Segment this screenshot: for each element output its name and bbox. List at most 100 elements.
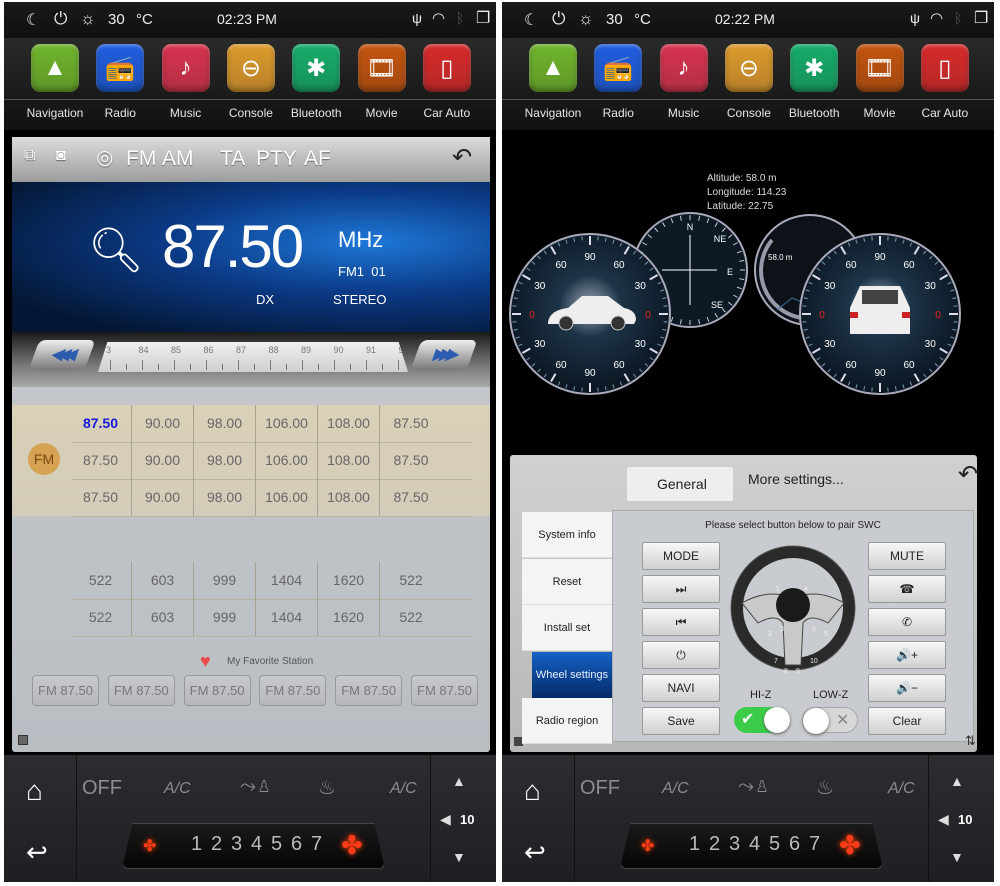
preset-cell[interactable]: 108.00: [318, 479, 380, 516]
back-arrow-icon[interactable]: ↩: [524, 837, 546, 868]
film-icon[interactable]: 🎞: [357, 44, 406, 92]
preset-cell[interactable]: 522: [70, 562, 132, 599]
preset-cell[interactable]: 108.00: [318, 405, 380, 442]
preset-cell[interactable]: 87.50: [380, 405, 442, 442]
radio-icon[interactable]: 📻: [594, 44, 643, 92]
swc-navi-button[interactable]: NAVI: [642, 674, 720, 702]
ac-off-button[interactable]: OFF: [82, 777, 122, 800]
radio-icon[interactable]: 📻: [96, 44, 145, 92]
fan-level[interactable]: 3: [729, 833, 740, 856]
preset-cell[interactable]: 106.00: [256, 405, 318, 442]
af-button[interactable]: AF: [304, 147, 331, 171]
preset-cell[interactable]: 106.00: [256, 479, 318, 516]
menu-item-radio-region[interactable]: Radio region: [522, 698, 612, 744]
swc-call-button[interactable]: ✆: [868, 608, 946, 636]
window-icon[interactable]: ❐: [974, 8, 988, 28]
preset-cell[interactable]: 1404: [256, 562, 318, 599]
menu-item-wheel-settings[interactable]: Wheel settings: [532, 651, 612, 698]
fan-low-icon[interactable]: ✤: [641, 836, 654, 856]
preset-cell[interactable]: 999: [194, 599, 256, 636]
ac-button-right[interactable]: A/C: [888, 780, 915, 798]
am-button[interactable]: AM: [162, 147, 194, 171]
corner-square-icon[interactable]: [18, 735, 28, 745]
equalizer-icon[interactable]: ⧉: [24, 147, 35, 165]
fan-level[interactable]: 1: [191, 833, 202, 856]
scan-icon[interactable]: ◎: [96, 145, 113, 170]
volume-up-icon[interactable]: ▲: [452, 773, 466, 789]
airflow-seat-icon[interactable]: ⤳♙: [738, 775, 770, 798]
preset-cell[interactable]: 603: [132, 562, 194, 599]
seek-back-button[interactable]: ◀◀◀: [28, 340, 96, 370]
fan-level[interactable]: 5: [271, 833, 282, 856]
power-icon[interactable]: ⏻: [552, 9, 565, 29]
swc-next-track-button[interactable]: ⏭: [642, 575, 720, 603]
preset-cell[interactable]: 999: [194, 562, 256, 599]
app-label-car-auto[interactable]: Car Auto: [905, 106, 985, 120]
back-arrow-icon[interactable]: ↩: [26, 837, 48, 868]
fan-level[interactable]: 4: [251, 833, 262, 856]
volume-down-icon[interactable]: ▼: [950, 849, 964, 865]
rear-defrost-icon[interactable]: ♨: [816, 775, 834, 800]
menu-item-system-info[interactable]: System info: [522, 512, 612, 558]
menu-item-reset[interactable]: Reset: [522, 558, 612, 605]
favorite-station-button[interactable]: FM 87.50: [183, 675, 251, 706]
bluetooth-icon[interactable]: ✱: [790, 44, 839, 92]
preset-cell[interactable]: 90.00: [132, 405, 194, 442]
tab-general[interactable]: General: [627, 467, 733, 501]
fan-high-icon[interactable]: ✤: [341, 830, 363, 861]
seek-forward-button[interactable]: ▶▶▶: [410, 340, 478, 370]
night-mode-icon[interactable]: ☾: [26, 10, 40, 30]
swc-mute-button[interactable]: MUTE: [868, 542, 946, 570]
ta-button[interactable]: TA: [220, 147, 245, 171]
brightness-icon[interactable]: ☼: [80, 9, 96, 29]
steering-wheel-icon[interactable]: ⊖: [724, 44, 773, 92]
preset-cell[interactable]: 522: [380, 562, 442, 599]
preset-cell[interactable]: 98.00: [194, 405, 256, 442]
hi-z-toggle[interactable]: ✔: [734, 707, 790, 733]
preset-cell[interactable]: 87.50: [380, 442, 442, 479]
music-icon[interactable]: ♪: [161, 44, 210, 92]
preset-cell[interactable]: 1404: [256, 599, 318, 636]
preset-cell[interactable]: 98.00: [194, 442, 256, 479]
preset-cell[interactable]: 1620: [318, 562, 380, 599]
search-favorite-icon[interactable]: 🔍︎: [88, 224, 144, 276]
preset-cell[interactable]: 108.00: [318, 442, 380, 479]
preset-cell[interactable]: 87.50: [70, 405, 132, 442]
fan-level[interactable]: 4: [749, 833, 760, 856]
app-label-car-auto[interactable]: Car Auto: [407, 106, 487, 120]
pty-button[interactable]: PTY: [256, 147, 297, 171]
ac-button[interactable]: A/C: [164, 780, 191, 798]
navigation-icon[interactable]: ▲: [31, 44, 79, 92]
frequency-scale[interactable]: 3 84 85 86 87 88 89 90 91 9: [98, 342, 408, 372]
swc-prev-track-button[interactable]: ⏮: [642, 608, 720, 636]
fan-level[interactable]: 5: [769, 833, 780, 856]
swc-clear-button[interactable]: Clear: [868, 707, 946, 735]
preset-cell[interactable]: 603: [132, 599, 194, 636]
swc-volume-down-button[interactable]: 🔊−: [868, 674, 946, 702]
preset-cell[interactable]: 90.00: [132, 442, 194, 479]
music-icon[interactable]: ♪: [659, 44, 708, 92]
volume-down-icon[interactable]: ▼: [452, 849, 466, 865]
home-icon[interactable]: ⌂: [26, 775, 43, 807]
power-icon[interactable]: ⏻: [54, 9, 67, 29]
preset-cell[interactable]: 522: [70, 599, 132, 636]
preset-cell[interactable]: 1620: [318, 599, 380, 636]
steering-wheel-icon[interactable]: ⊖: [226, 44, 275, 92]
volume-up-icon[interactable]: ▲: [950, 773, 964, 789]
menu-item-install-set[interactable]: Install set: [522, 605, 612, 651]
preset-cell[interactable]: 87.50: [70, 479, 132, 516]
fan-level[interactable]: 7: [311, 833, 322, 856]
favorite-station-button[interactable]: FM 87.50: [259, 675, 327, 706]
ac-button[interactable]: A/C: [662, 780, 689, 798]
ac-button-right[interactable]: A/C: [390, 780, 417, 798]
fm-button[interactable]: FM: [126, 147, 156, 171]
fan-low-icon[interactable]: ✤: [143, 836, 156, 856]
brightness-icon[interactable]: ☼: [578, 9, 594, 29]
fan-level[interactable]: 1: [689, 833, 700, 856]
favorite-station-button[interactable]: FM 87.50: [335, 675, 403, 706]
favorite-station-button[interactable]: FM 87.50: [107, 675, 175, 706]
preset-cell[interactable]: 87.50: [70, 442, 132, 479]
ac-off-button[interactable]: OFF: [580, 777, 620, 800]
preset-cell[interactable]: 87.50: [380, 479, 442, 516]
swc-hang-up-button[interactable]: ☎: [868, 575, 946, 603]
